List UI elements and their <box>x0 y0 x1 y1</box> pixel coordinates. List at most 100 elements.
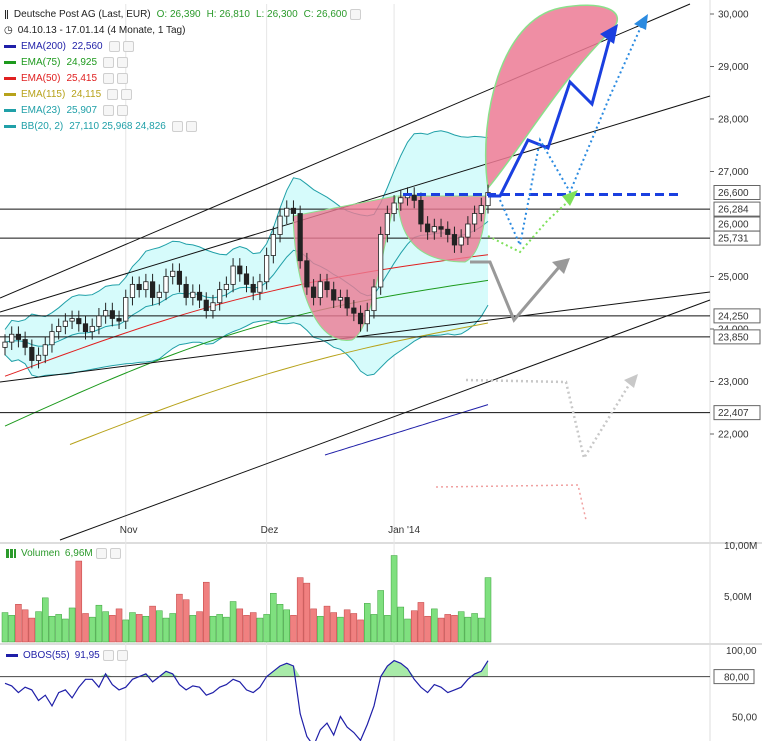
price-tag-label: 25,731 <box>718 234 749 245</box>
volume-bar <box>431 608 438 643</box>
candle-body <box>149 281 156 298</box>
candle-body <box>223 283 229 291</box>
volume-panel-label: Volumen 6,96M <box>6 548 121 559</box>
volume-bar <box>223 616 230 643</box>
obos-value: 91,95 <box>74 650 100 661</box>
volume-bar <box>343 609 351 643</box>
volume-bar <box>115 608 123 643</box>
volume-bar <box>62 618 69 643</box>
candle-body <box>371 286 377 312</box>
volume-bar <box>156 610 163 643</box>
volume-bar <box>424 615 431 643</box>
volume-close-button[interactable] <box>109 548 121 559</box>
candle-body <box>310 286 317 298</box>
indicator-row: EMA(75) 24,925 <box>4 54 361 70</box>
candle-body <box>176 270 183 285</box>
candle-body <box>297 213 303 262</box>
period-text: 04.10.13 - 17.01.14 (4 Monate, 1 Tag) <box>17 24 186 36</box>
volume-settings-button[interactable] <box>95 548 107 559</box>
indicator-settings-button[interactable] <box>108 40 120 52</box>
indicator-label: EMA(75) <box>21 56 61 68</box>
price-tag-label: 24,250 <box>718 311 749 322</box>
candle-body <box>337 297 344 301</box>
candle-body <box>357 312 364 325</box>
indicator-settings-button[interactable] <box>103 72 115 84</box>
candle-body <box>237 265 243 275</box>
volume-bar <box>95 604 103 643</box>
volume-bar <box>317 615 324 643</box>
obos-label: OBOS(55) <box>23 650 70 661</box>
indicator-close-button[interactable] <box>117 104 129 116</box>
indicator-close-button[interactable] <box>122 40 134 52</box>
candle-body <box>15 333 22 340</box>
candle-body <box>29 346 35 361</box>
price-tag-label: 26,284 <box>718 205 749 216</box>
candle-body <box>324 281 330 291</box>
candle-body <box>217 289 223 304</box>
volume-bar <box>15 604 22 643</box>
volume-bar <box>102 611 109 643</box>
indicator-close-button[interactable] <box>185 120 197 132</box>
chart-type-icon[interactable]: ǁ <box>4 9 9 20</box>
obos-close-button[interactable] <box>116 650 128 661</box>
volume-bar <box>162 617 170 643</box>
price-axis-label: 28,000 <box>718 115 749 126</box>
obos-tag-label: 80,00 <box>724 673 749 684</box>
indicator-close-button[interactable] <box>117 72 129 84</box>
candle-body <box>418 199 424 225</box>
obos-swatch <box>6 654 18 657</box>
indicator-row: EMA(50) 25,415 <box>4 70 361 86</box>
indicator-swatch <box>4 124 16 128</box>
volume-bar <box>444 614 451 643</box>
candle-body <box>458 236 464 246</box>
indicator-settings-button[interactable] <box>103 56 115 68</box>
volume-axis-label: 10,00M <box>724 541 757 552</box>
volume-bar <box>21 609 29 643</box>
indicator-value: 25,415 <box>66 72 98 84</box>
indicator-close-button[interactable] <box>121 88 133 100</box>
volume-bar <box>370 614 378 643</box>
candle-body <box>284 207 290 217</box>
volume-bar <box>196 611 203 643</box>
candle-body <box>42 344 48 356</box>
period-row: ◷ 04.10.13 - 17.01.14 (4 Monate, 1 Tag) <box>4 22 361 38</box>
volume-axis-label: 5,00M <box>724 592 752 603</box>
header-settings-button[interactable] <box>350 8 362 20</box>
volume-bar <box>182 599 190 643</box>
volume-bar <box>437 617 445 643</box>
obos-panel-label: OBOS(55) 91,95 <box>6 650 128 661</box>
candle-body <box>364 310 370 325</box>
volume-bar <box>256 617 264 643</box>
volume-bar <box>48 615 56 643</box>
candle-body <box>62 320 68 327</box>
candle-body <box>478 205 484 214</box>
candle-body <box>183 283 189 298</box>
indicator-label: EMA(115) <box>21 88 66 100</box>
indicator-row: BB(20, 2) 27,110 25,968 24,826 <box>4 118 361 134</box>
candle-body <box>103 310 109 317</box>
indicator-swatch <box>4 92 16 96</box>
volume-bar <box>169 613 176 643</box>
candle-body <box>96 315 102 327</box>
volume-bar <box>484 577 492 643</box>
x-axis-label: Nov <box>120 525 138 536</box>
indicator-swatch <box>4 60 16 64</box>
indicator-close-button[interactable] <box>117 56 129 68</box>
indicator-settings-button[interactable] <box>103 104 115 116</box>
indicator-swatch <box>4 44 16 48</box>
candle-body <box>351 307 357 314</box>
indicator-settings-button[interactable] <box>171 120 183 132</box>
indicator-value: 25,907 <box>66 104 98 116</box>
candle-body <box>82 323 89 333</box>
volume-bar <box>35 611 42 643</box>
indicator-settings-button[interactable] <box>107 88 119 100</box>
candle-body <box>438 226 444 230</box>
volume-bar <box>296 577 304 643</box>
price-tag-label: 26,000 <box>718 220 749 231</box>
volume-bar <box>149 605 156 643</box>
candle-body <box>143 281 149 291</box>
volume-bar <box>397 606 405 643</box>
x-axis-label: Jan '14 <box>388 525 420 536</box>
volume-bar <box>236 608 244 643</box>
obos-settings-button[interactable] <box>102 650 114 661</box>
